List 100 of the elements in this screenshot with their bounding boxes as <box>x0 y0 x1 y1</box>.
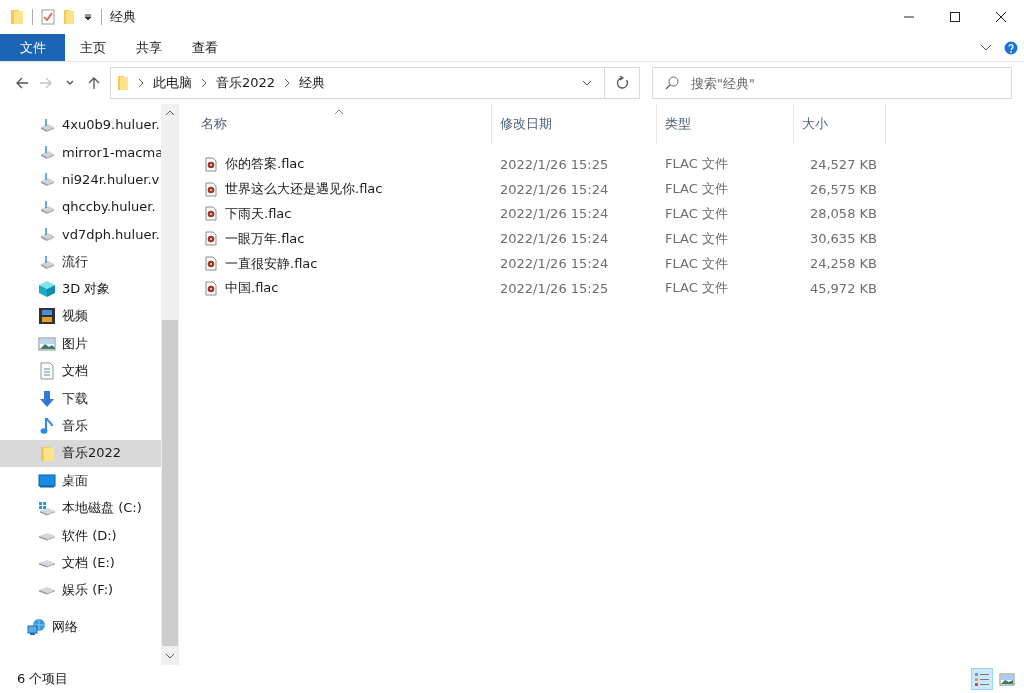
file-type: FLAC 文件 <box>664 254 729 273</box>
modified-date: 2022/1/26 15:24 <box>499 231 610 247</box>
modified-date: 2022/1/26 15:24 <box>499 206 610 222</box>
file-size: 45,972 KB <box>808 280 878 296</box>
sidebar-item[interactable]: 4xu0b9.huluer. <box>0 111 161 139</box>
sidebar-item[interactable]: 本地磁盘 (C:) <box>0 494 161 522</box>
sidebar-item[interactable]: vd7dph.huluer. <box>0 220 161 248</box>
file-name: 你的答案.flac <box>225 155 305 174</box>
network-drive-icon <box>39 117 55 132</box>
breadcrumb-link[interactable]: 此电脑 <box>153 74 192 92</box>
column-header[interactable]: 大小 <box>794 104 886 144</box>
chevron-down-icon[interactable] <box>980 43 992 52</box>
file-name: 一眼万年.flac <box>225 229 305 248</box>
film-icon <box>38 307 56 326</box>
maximize-icon <box>949 11 961 23</box>
network-drive-icon <box>39 227 55 242</box>
sidebar-item[interactable]: 流行 <box>0 247 161 276</box>
sidebar-item-label: 娱乐 (F:) <box>62 581 114 600</box>
sidebar-item[interactable]: 文档 (E:) <box>0 549 161 577</box>
sidebar-item[interactable]: 3D 对象 <box>0 275 161 303</box>
desktop-icon <box>38 472 56 489</box>
file-type: FLAC 文件 <box>664 155 729 174</box>
up-arrow-icon[interactable] <box>87 76 101 90</box>
sidebar-item-label: 本地磁盘 (C:) <box>62 499 142 518</box>
sidebar-item-label: ni924r.huluer.v <box>62 171 160 187</box>
window-title: 经典 <box>110 8 136 26</box>
sidebar-item-label: 音乐2022 <box>62 444 122 463</box>
file-size: 26,575 KB <box>808 181 878 197</box>
chevron-right-icon[interactable] <box>284 78 291 88</box>
sidebar-item-label: 视频 <box>62 307 88 326</box>
sidebar-item-label: 图片 <box>62 334 88 353</box>
column-header[interactable]: 名称 <box>187 104 492 144</box>
sidebar-item-label: 桌面 <box>62 471 88 490</box>
audio-file-icon <box>205 156 217 172</box>
file-type: FLAC 文件 <box>664 205 729 223</box>
sidebar-item-label: qhccby.huluer. <box>62 199 156 215</box>
file-type: FLAC 文件 <box>664 279 729 298</box>
folder-icon <box>39 444 55 462</box>
details-view-button[interactable] <box>971 668 993 690</box>
chevron-right-icon[interactable] <box>138 78 144 88</box>
checklist-icon[interactable] <box>41 9 55 25</box>
sidebar-item[interactable]: 图片 <box>0 330 161 358</box>
chevron-down-icon[interactable] <box>582 80 592 86</box>
list-icon <box>974 671 990 687</box>
sidebar-item[interactable]: 下载 <box>0 384 161 413</box>
column-header[interactable]: 类型 <box>657 104 794 144</box>
scrollbar[interactable] <box>161 104 179 665</box>
chevron-right-icon[interactable] <box>201 78 207 88</box>
windows-drive-icon <box>38 500 56 517</box>
back-arrow-icon[interactable] <box>15 76 29 90</box>
file-name: 世界这么大还是遇见你.flac <box>225 180 383 199</box>
sidebar-item[interactable]: 桌面 <box>0 467 161 495</box>
breadcrumb-link[interactable]: 经典 <box>299 74 326 92</box>
sidebar-item[interactable]: 音乐 <box>0 412 161 440</box>
network-drive-icon <box>39 172 55 187</box>
close-icon <box>995 11 1007 23</box>
audio-file-icon <box>205 206 217 222</box>
sidebar-item[interactable]: 文档 <box>0 357 161 385</box>
sidebar-item[interactable]: 软件 (D:) <box>0 521 161 550</box>
refresh-icon[interactable] <box>615 76 629 90</box>
sort-caret-icon[interactable] <box>334 109 344 115</box>
breadcrumb-link[interactable]: 音乐2022 <box>216 74 276 92</box>
drive-icon <box>38 557 56 568</box>
column-header[interactable]: 修改日期 <box>492 104 657 144</box>
ribbon-tab[interactable]: 共享 <box>121 34 177 61</box>
audio-file-icon <box>205 256 217 272</box>
network-drive-icon <box>39 199 55 214</box>
file-tab[interactable]: 文件 <box>0 34 65 61</box>
file-size: 24,258 KB <box>808 256 878 272</box>
chevron-down-icon[interactable] <box>165 653 175 659</box>
file-name: 下雨天.flac <box>225 205 292 223</box>
sidebar-item[interactable]: 网络 <box>0 613 161 641</box>
modified-date: 2022/1/26 15:24 <box>499 256 610 272</box>
sidebar-item-label: 网络 <box>52 617 78 636</box>
file-size: 24,527 KB <box>808 156 878 172</box>
file-name: 中国.flac <box>225 279 279 298</box>
ribbon-tab[interactable]: 查看 <box>177 34 233 61</box>
document-icon <box>39 362 55 381</box>
file-name: 一直很安静.flac <box>225 254 318 273</box>
modified-date: 2022/1/26 15:24 <box>499 181 610 197</box>
sidebar-item-label: 软件 (D:) <box>62 526 117 545</box>
network-drive-icon <box>39 254 55 269</box>
search-field[interactable]: 搜索"经典" <box>652 67 1012 99</box>
caret-icon[interactable] <box>83 12 93 22</box>
sidebar-item[interactable]: qhccby.huluer. <box>0 193 161 221</box>
sidebar-item[interactable]: 娱乐 (F:) <box>0 576 161 605</box>
file-type: FLAC 文件 <box>664 229 729 248</box>
scrollbar-thumb[interactable] <box>162 320 178 646</box>
sidebar-item-label: 下载 <box>62 389 88 408</box>
sidebar-item-label: vd7dph.huluer. <box>62 226 160 242</box>
audio-file-icon <box>205 280 217 296</box>
audio-file-icon <box>205 231 217 247</box>
help-icon[interactable] <box>1004 40 1018 55</box>
sidebar-item[interactable]: 音乐2022 <box>0 439 161 468</box>
ribbon-tab[interactable]: 主页 <box>65 34 121 61</box>
sidebar-item-label: 文档 <box>62 362 88 381</box>
chevron-up-icon[interactable] <box>165 110 175 116</box>
sidebar-item[interactable]: ni924r.huluer.v <box>0 165 161 194</box>
sidebar-item[interactable]: 视频 <box>0 302 161 331</box>
download-arrow-icon <box>39 389 55 408</box>
